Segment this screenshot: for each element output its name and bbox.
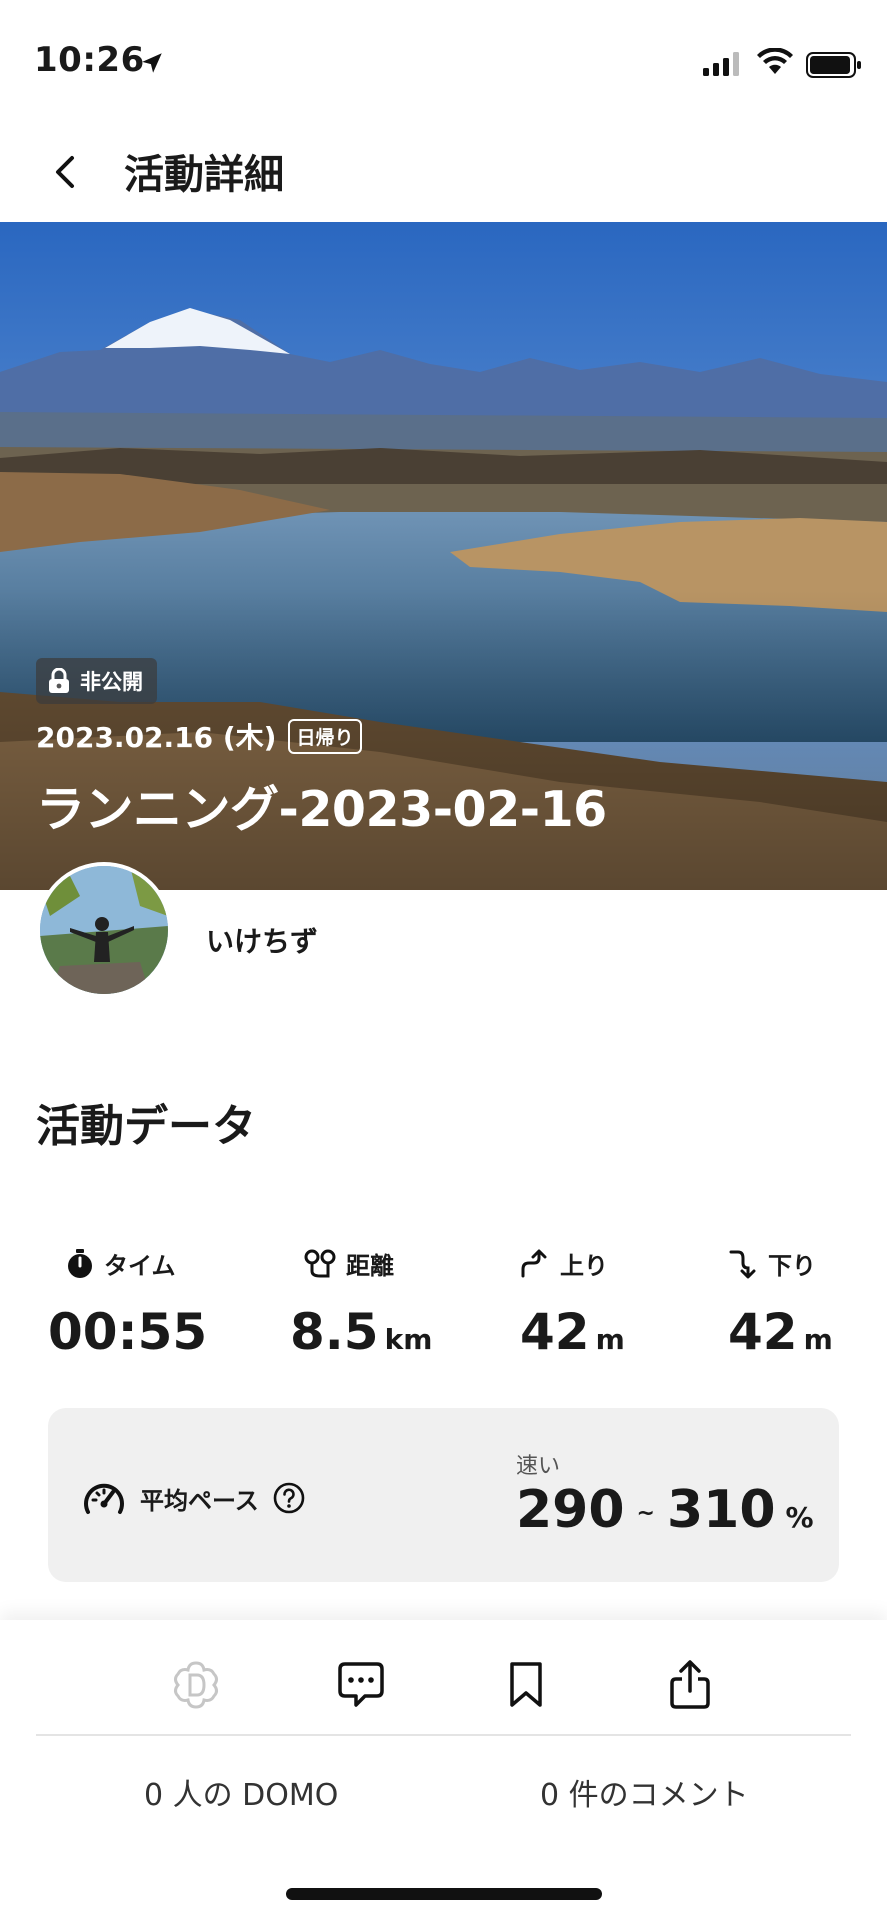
avatar[interactable] [36,862,172,998]
status-time: 10:26 [34,40,145,80]
stat-descent-unit: m [803,1323,833,1356]
activity-stats: タイム 00:55 距離 8.5 km 上り 42 m 下り 42 m [0,1246,887,1376]
speedometer-icon [84,1483,124,1514]
pace-low: 290 [516,1480,625,1540]
comment-button[interactable] [326,1650,396,1720]
section-title: 活動データ [36,1101,256,1152]
domo-flower-icon [174,1661,218,1709]
stat-time: タイム 00:55 [48,1246,207,1361]
visibility-badge: 非公開 [36,658,157,704]
pace-label-row: 平均ペース [82,1478,305,1518]
stat-descent: 下り 42 m [728,1246,833,1361]
pace-speed-word: 速い [516,1454,561,1479]
stat-distance: 距離 8.5 km [290,1246,433,1361]
stat-ascent-value: 42 [520,1303,590,1361]
home-indicator [286,1888,602,1900]
hero-photo[interactable]: 非公開 2023.02.16 (木) 日帰り ランニング-2023-02-16 [0,222,887,890]
comment-icon [338,1662,384,1707]
pace-unit: % [785,1501,814,1534]
domo-button[interactable] [161,1650,231,1720]
descent-icon [729,1250,756,1278]
lock-icon [49,668,69,693]
day-type-tag: 日帰り [288,718,362,754]
share-icon [670,1660,710,1709]
activity-date: 2023.02.16 (木) [36,721,277,754]
stat-time-value: 00:55 [48,1303,208,1361]
cellular-signal-icon [703,52,739,76]
activity-title: ランニング-2023-02-16 [36,781,607,838]
stat-ascent: 上り 42 m [520,1246,625,1361]
stat-descent-label: 下り [768,1252,816,1280]
average-pace-card: 平均ペース 速い 290 ~310% [48,1408,839,1582]
route-icon [304,1249,336,1277]
back-chevron-icon[interactable] [44,150,88,194]
location-arrow-icon [142,53,162,73]
stat-descent-value: 42 [728,1303,798,1361]
ascent-icon [521,1249,547,1277]
user-name[interactable]: いけちず [206,920,318,960]
wifi-icon [757,48,793,74]
stopwatch-icon [68,1248,92,1278]
pace-high: 310 [666,1480,776,1540]
avatar-photo [40,866,168,994]
page-title: 活動詳細 [124,152,284,198]
navigation-bar: 活動詳細 [0,120,887,222]
stat-distance-unit: km [384,1323,433,1356]
share-button[interactable] [655,1650,725,1720]
domo-count[interactable]: 0 人の DOMO [144,1770,338,1814]
stat-time-label: タイム [104,1252,176,1280]
stat-distance-label: 距離 [346,1252,394,1280]
pace-label: 平均ペース [140,1486,259,1515]
stat-distance-value: 8.5 [290,1303,379,1361]
status-bar: 10:26 [0,0,887,120]
activity-date-row: 2023.02.16 (木) 日帰り [36,716,362,756]
bookmark-icon [510,1662,542,1707]
bottom-action-bar: 0 人の DOMO 0 件のコメント [0,1620,887,1920]
pace-range: 290 ~310% [516,1480,814,1540]
stat-ascent-label: 上り [560,1252,608,1280]
help-icon[interactable] [273,1482,305,1514]
stat-ascent-unit: m [595,1323,625,1356]
pace-tilde: ~ [636,1500,655,1526]
battery-icon [806,52,861,78]
visibility-label: 非公開 [80,670,143,694]
comment-count[interactable]: 0 件のコメント [540,1770,749,1814]
bookmark-button[interactable] [491,1650,561,1720]
bottom-divider [36,1734,851,1736]
